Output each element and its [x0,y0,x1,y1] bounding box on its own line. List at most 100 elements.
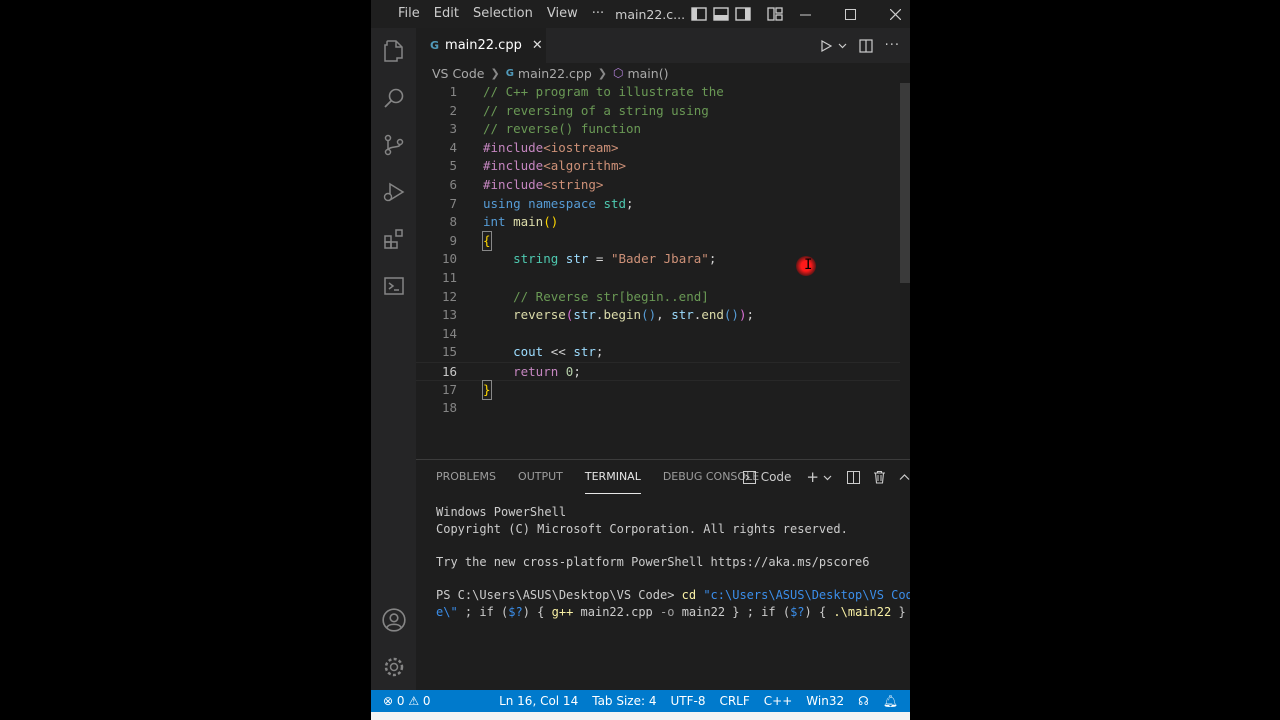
scrollbar-thumb[interactable] [900,83,910,283]
title-bar: File Edit Selection View ··· main22.c... [371,0,910,28]
terminal-dropdown-chevron-icon[interactable] [823,473,832,482]
editor-scrollbar[interactable] [900,83,910,459]
terminal-text: main22.cpp [573,604,661,619]
code-line: 12 // Reverse str[begin..end] [441,288,709,304]
search-icon[interactable] [371,75,416,121]
feedback-icon[interactable]: ☊ [851,694,876,708]
code-line: 5 #include<algorithm> [449,158,627,174]
code-line: 6 #include<string> [449,177,604,192]
language-mode[interactable]: C++ [757,694,800,708]
terminal-text: ) { [804,604,834,619]
file-encoding[interactable]: UTF-8 [663,694,712,708]
cpp-file-icon: G [430,39,440,52]
minimize-button[interactable] [783,0,828,28]
terminal-icon [742,470,756,484]
tab-terminal[interactable]: TERMINAL [584,460,641,494]
maximize-button[interactable] [828,0,873,28]
menu-more[interactable]: ··· [585,0,611,28]
run-dropdown-chevron-icon[interactable] [838,41,847,50]
code-line: 10 string str = "Bader Jbara"; [441,251,717,267]
maximize-panel-chevron-up-icon[interactable] [899,472,910,483]
menu-view[interactable]: View [540,0,585,28]
tab-main22-cpp[interactable]: G main22.cpp ✕ [416,28,546,63]
extensions-icon[interactable] [371,216,416,262]
remote-explorer-icon[interactable] [371,263,416,309]
symbol-method-icon: ⬡ [612,66,624,80]
terminal-text: ) { [522,604,552,619]
terminal-line: Windows PowerShell [436,505,567,519]
breadcrumb-symbol[interactable]: main() [627,66,668,81]
end-of-line[interactable]: CRLF [712,694,756,708]
toggle-sidebar-icon[interactable] [691,7,707,21]
new-terminal-plus-icon[interactable]: + [806,468,819,486]
code-line: 11 [441,270,457,285]
code-line: 1// C++ program to illustrate the [449,84,724,99]
code-line: 14 [441,325,457,341]
platform[interactable]: Win32 [799,694,851,708]
current-code-line: 16 return 0; [416,362,910,381]
bottom-panel: PROBLEMS OUTPUT TERMINAL DEBUG CONSOLE C… [416,459,910,690]
menu-selection[interactable]: Selection [466,0,540,28]
terminal-output[interactable]: Windows PowerShell Copyright (C) Microso… [436,504,910,620]
chevron-right-icon: ❯ [597,66,607,80]
tab-size[interactable]: Tab Size: 4 [585,694,663,708]
code-line: 13 reverse(str.begin(), str.end()); [441,307,755,323]
breadcrumb-folder[interactable]: VS Code [432,66,484,81]
code-line: 18 [441,400,457,416]
code-line: 7 using namespace std; [449,195,634,211]
terminal-flag: -o [660,604,675,619]
code-editor[interactable]: 1// C++ program to illustrate the 2// re… [416,83,910,459]
cpp-file-icon: G [505,67,514,79]
terminal-line: Try the new cross-platform PowerShell ht… [436,554,870,569]
code-line: 4 #include<iostream> [449,139,619,155]
toggle-secondary-sidebar-icon[interactable] [735,7,751,21]
code-line: 8 int main() [449,214,559,230]
terminal-arg: e\" [436,604,458,619]
manage-gear-icon[interactable] [371,644,416,690]
notifications-bell-icon[interactable]: 🔔︎ [876,694,910,708]
terminal-cmd: cd [681,587,697,602]
split-editor-icon[interactable] [858,38,873,53]
terminal-cmd: g++ [551,604,574,619]
panel-tabs: PROBLEMS OUTPUT TERMINAL DEBUG CONSOLE C… [416,460,910,494]
terminal-text: ; if ( [457,604,509,619]
vscode-window: File Edit Selection View ··· main22.c... [371,0,910,720]
terminal-name[interactable]: Code [761,470,792,484]
tab-problems[interactable]: PROBLEMS [436,460,496,494]
problems-status[interactable]: ⊗ 0 ⚠ 0 [371,694,438,708]
code-line: 3// reverse() function [449,121,642,137]
tab-label: main22.cpp [445,38,522,53]
menu-file[interactable]: File [391,0,427,28]
split-terminal-icon[interactable] [847,470,860,484]
menu-edit[interactable]: Edit [427,0,466,28]
status-bar: ⊗ 0 ⚠ 0 Ln 16, Col 14 Tab Size: 4 UTF-8 … [371,690,910,712]
close-tab-icon[interactable]: ✕ [532,38,543,53]
code-line: 2// reversing of a string using [449,102,709,118]
breadcrumb-file[interactable]: main22.cpp [518,66,592,81]
run-debug-icon[interactable] [371,169,416,215]
code-line: 9{ [416,230,910,252]
customize-layout-icon[interactable] [767,7,783,21]
terminal-line: Copyright (C) Microsoft Corporation. All… [436,521,848,536]
terminal-arg: "c:\Users\ASUS\Desktop\VS Cod [696,587,910,602]
source-control-icon[interactable] [371,122,416,168]
toggle-panel-icon[interactable] [713,7,729,21]
activity-bar [371,28,416,690]
taskbar-strip [371,712,910,720]
tab-output[interactable]: OUTPUT [518,460,563,494]
explorer-icon[interactable] [371,28,416,74]
mouse-cursor-highlight: I [796,256,816,276]
terminal-text: main22 } ; if ( [674,604,791,619]
run-file-icon[interactable] [820,39,832,52]
breadcrumb: VS Code ❯ G main22.cpp ❯ ⬡ main() [416,63,910,83]
account-icon[interactable] [371,597,416,643]
terminal-prompt: PS C:\Users\ASUS\Desktop\VS Code> [436,587,682,602]
cursor-position[interactable]: Ln 16, Col 14 [492,694,585,708]
kill-terminal-trash-icon[interactable] [873,470,886,484]
close-window-button[interactable] [873,0,910,28]
window-title: main22.c... [615,6,686,22]
more-actions-icon[interactable]: ··· [885,38,900,53]
terminal-var: $? [508,604,523,619]
chevron-right-icon: ❯ [490,66,500,80]
terminal-text: } [891,604,906,619]
